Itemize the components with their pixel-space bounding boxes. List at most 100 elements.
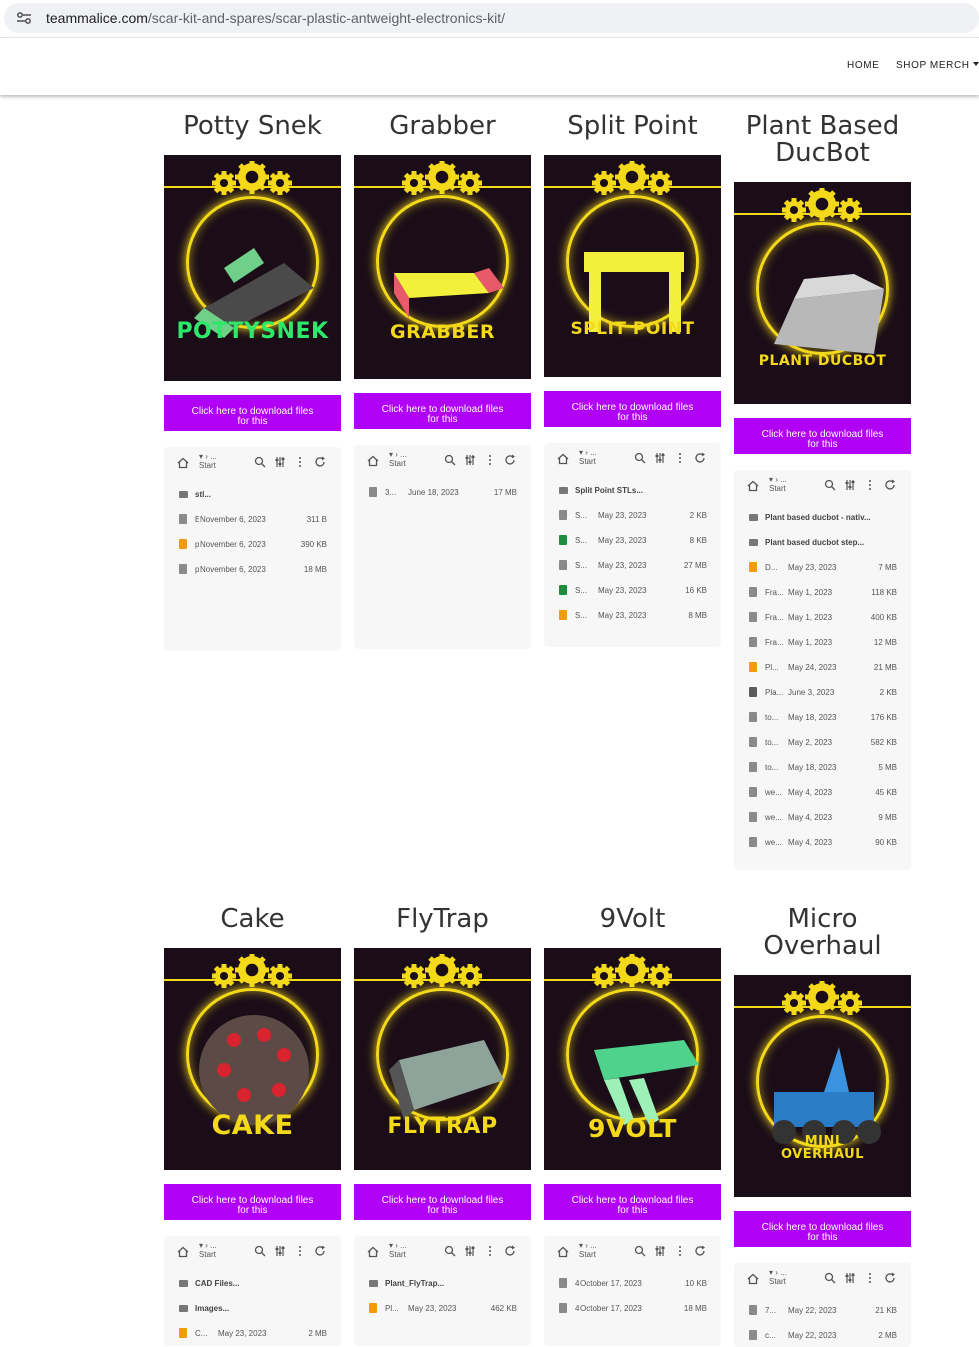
download-files-button[interactable]: Click here to download files for this <box>734 1211 911 1247</box>
search-icon[interactable] <box>634 452 646 464</box>
file-row[interactable]: 7... May 22, 2023 21 KB <box>734 1297 911 1322</box>
more-options-icon[interactable] <box>484 454 496 466</box>
file-row[interactable]: we... May 4, 2023 9 MB <box>734 804 911 829</box>
download-files-button[interactable]: Click here to download files for this <box>164 1184 341 1220</box>
refresh-icon[interactable] <box>694 452 706 464</box>
file-row[interactable]: to... May 18, 2023 176 KB <box>734 704 911 729</box>
search-icon[interactable] <box>254 1245 266 1257</box>
download-files-button[interactable]: Click here to download files for this <box>544 1184 721 1220</box>
site-info-icon[interactable] <box>16 11 32 25</box>
file-row[interactable]: S... May 23, 2023 27 MB <box>544 552 721 577</box>
filter-icon[interactable] <box>654 1245 666 1257</box>
file-row[interactable]: Pl... May 23, 2023 462 KB <box>354 1295 531 1320</box>
site-navbar: HOME SHOP MERCH <box>0 37 979 95</box>
breadcrumb[interactable]: ▾ › ... Start <box>579 1241 597 1259</box>
file-row[interactable]: we... May 4, 2023 45 KB <box>734 779 911 804</box>
breadcrumb[interactable]: ▾ › ... Start <box>389 450 407 468</box>
file-row[interactable]: Pla... June 3, 2023 2 KB <box>734 679 911 704</box>
file-row[interactable]: S... May 23, 2023 16 KB <box>544 577 721 602</box>
file-row[interactable]: Fra... May 1, 2023 118 KB <box>734 579 911 604</box>
folder-row[interactable]: stl... <box>164 481 341 506</box>
refresh-icon[interactable] <box>884 479 896 491</box>
refresh-icon[interactable] <box>694 1245 706 1257</box>
file-row[interactable]: Fra... May 1, 2023 400 KB <box>734 604 911 629</box>
more-options-icon[interactable] <box>674 1245 686 1257</box>
file-row[interactable]: 3... June 18, 2023 17 MB <box>354 479 531 504</box>
folder-row[interactable]: Images... <box>164 1295 341 1320</box>
refresh-icon[interactable] <box>884 1272 896 1284</box>
download-files-button[interactable]: Click here to download files for this <box>164 395 341 431</box>
url-text[interactable]: teammalice.com/scar-kit-and-spares/scar-… <box>46 10 505 26</box>
breadcrumb[interactable]: ▾ › ... Start <box>769 1268 787 1286</box>
more-options-icon[interactable] <box>294 1245 306 1257</box>
refresh-icon[interactable] <box>504 1245 516 1257</box>
search-icon[interactable] <box>824 479 836 491</box>
file-row[interactable]: C... May 23, 2023 2 MB <box>164 1320 341 1345</box>
home-icon[interactable] <box>177 1246 189 1258</box>
more-options-icon[interactable] <box>674 452 686 464</box>
more-options-icon[interactable] <box>484 1245 496 1257</box>
breadcrumb[interactable]: ▾ › ... Start <box>389 1241 407 1259</box>
download-files-button[interactable]: Click here to download files for this <box>734 418 911 454</box>
search-icon[interactable] <box>254 456 266 468</box>
more-options-icon[interactable] <box>864 1272 876 1284</box>
filter-icon[interactable] <box>464 454 476 466</box>
folder-row[interactable]: Plant_FlyTrap... <box>354 1270 531 1295</box>
filter-icon[interactable] <box>844 479 856 491</box>
breadcrumb[interactable]: ▾ › ... Start <box>199 452 217 470</box>
refresh-icon[interactable] <box>314 1245 326 1257</box>
file-row[interactable]: E November 6, 2023 311 B <box>164 506 341 531</box>
file-name: stl... <box>195 490 212 499</box>
url-pill[interactable]: teammalice.com/scar-kit-and-spares/scar-… <box>4 3 979 33</box>
filter-icon[interactable] <box>274 1245 286 1257</box>
home-icon[interactable] <box>177 457 189 469</box>
file-row[interactable]: S... May 23, 2023 8 MB <box>544 602 721 627</box>
filter-icon[interactable] <box>464 1245 476 1257</box>
refresh-icon[interactable] <box>504 454 516 466</box>
search-icon[interactable] <box>824 1272 836 1284</box>
folder-row[interactable]: CAD Files... <box>164 1270 341 1295</box>
breadcrumb[interactable]: ▾ › ... Start <box>769 475 787 493</box>
home-icon[interactable] <box>747 480 759 492</box>
home-icon[interactable] <box>557 1246 569 1258</box>
file-row[interactable]: 4 October 17, 2023 18 MB <box>544 1295 721 1320</box>
more-options-icon[interactable] <box>864 479 876 491</box>
file-row[interactable]: to... May 18, 2023 5 MB <box>734 754 911 779</box>
folder-row[interactable]: Plant based ducbot step... <box>734 529 911 554</box>
file-row[interactable]: Pl... May 24, 2023 21 MB <box>734 654 911 679</box>
search-icon[interactable] <box>444 1245 456 1257</box>
home-icon[interactable] <box>747 1273 759 1285</box>
file-row[interactable]: D... May 23, 2023 7 MB <box>734 554 911 579</box>
folder-row[interactable]: Plant based ducbot - nativ... <box>734 504 911 529</box>
filter-icon[interactable] <box>274 456 286 468</box>
nav-shop-merch-dropdown[interactable]: SHOP MERCH <box>896 60 979 71</box>
file-date: May 23, 2023 <box>218 1329 267 1338</box>
breadcrumb[interactable]: ▾ › ... Start <box>199 1241 217 1259</box>
file-row[interactable]: p November 6, 2023 18 MB <box>164 556 341 581</box>
search-icon[interactable] <box>444 454 456 466</box>
home-icon[interactable] <box>367 1246 379 1258</box>
file-row[interactable]: Fra... May 1, 2023 12 MB <box>734 629 911 654</box>
folder-row[interactable]: Split Point STLs... <box>544 477 721 502</box>
filter-icon[interactable] <box>844 1272 856 1284</box>
filter-icon[interactable] <box>654 452 666 464</box>
file-row[interactable]: to... May 2, 2023 582 KB <box>734 729 911 754</box>
home-icon[interactable] <box>367 455 379 467</box>
file-row[interactable]: c... May 22, 2023 2 MB <box>734 1322 911 1347</box>
file-row[interactable]: we... May 4, 2023 90 KB <box>734 829 911 854</box>
search-icon[interactable] <box>634 1245 646 1257</box>
file-row[interactable]: S... May 23, 2023 2 KB <box>544 502 721 527</box>
refresh-icon[interactable] <box>314 456 326 468</box>
file-row[interactable]: p November 6, 2023 390 KB <box>164 531 341 556</box>
download-files-button[interactable]: Click here to download files for this <box>544 391 721 427</box>
breadcrumb[interactable]: ▾ › ... Start <box>579 448 597 466</box>
robot-poster: POTTYSNEK <box>164 155 341 381</box>
download-files-button[interactable]: Click here to download files for this <box>354 393 531 429</box>
download-files-button[interactable]: Click here to download files for this <box>354 1184 531 1220</box>
file-row[interactable]: 4 October 17, 2023 10 KB <box>544 1270 721 1295</box>
folder-icon <box>749 539 758 546</box>
nav-home-link[interactable]: HOME <box>847 60 879 71</box>
home-icon[interactable] <box>557 453 569 465</box>
file-row[interactable]: S... May 23, 2023 8 KB <box>544 527 721 552</box>
more-options-icon[interactable] <box>294 456 306 468</box>
